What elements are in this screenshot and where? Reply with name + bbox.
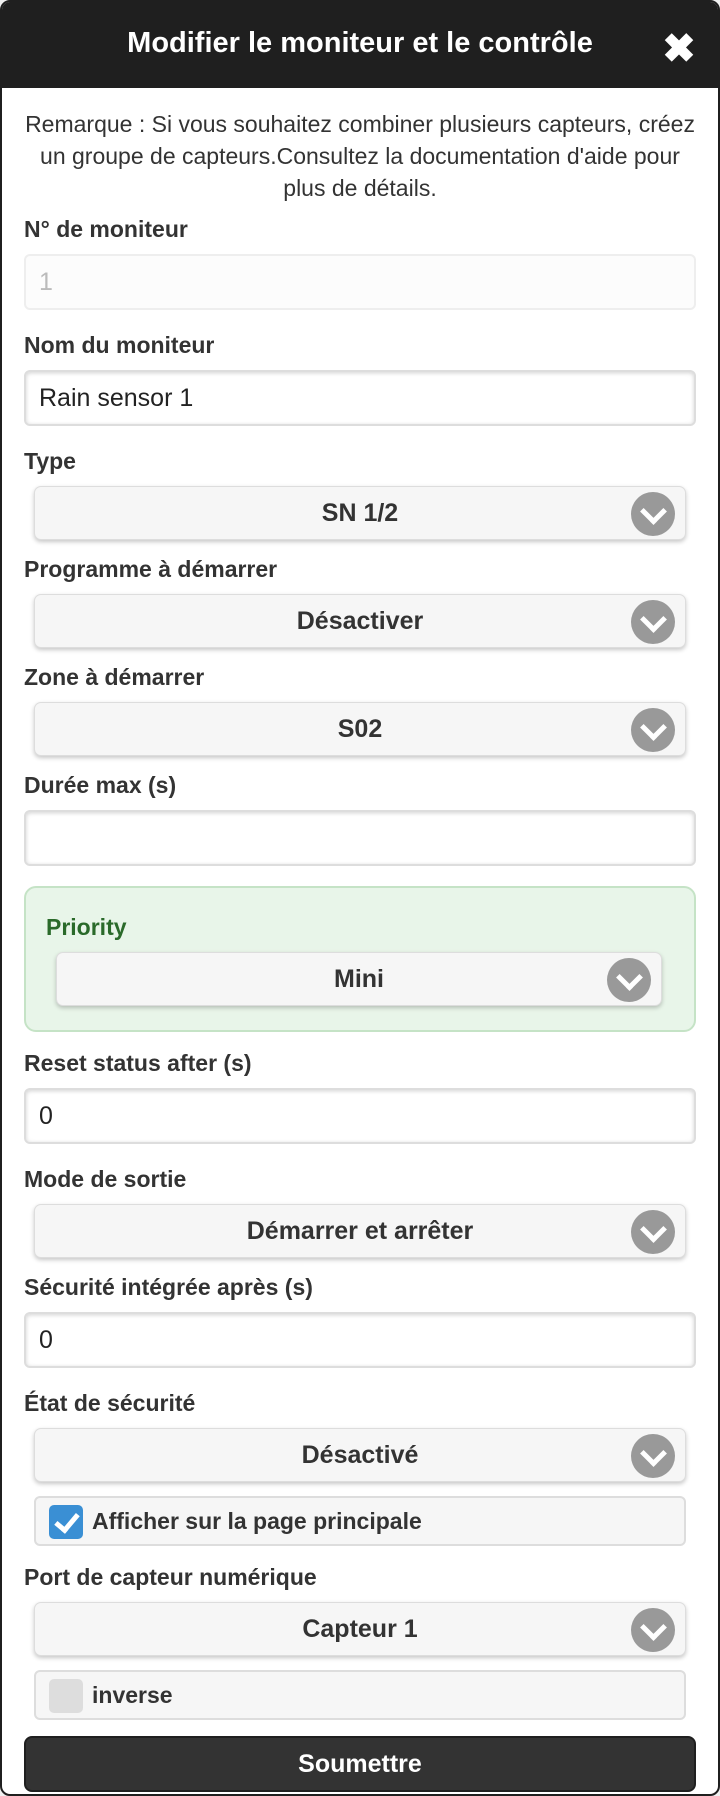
output-mode-label: Mode de sortie [24,1166,187,1192]
chevron-down-icon [631,1608,675,1652]
checkbox-checked-icon[interactable] [49,1505,83,1539]
chevron-down-icon [607,958,651,1002]
max-duration-input[interactable] [24,810,696,866]
monitor-name-input[interactable]: Rain sensor 1 [24,370,696,426]
monitor-number-input: 1 [24,254,696,310]
type-label: Type [24,448,76,474]
inverse-checkbox-row[interactable]: inverse [34,1670,686,1720]
priority-select[interactable]: Mini [56,952,662,1006]
show-main-checkbox-row[interactable]: Afficher sur la page principale [34,1496,686,1546]
type-select-value: SN 1/2 [321,499,399,527]
dialog-content: Remarque : Si vous souhaitez combiner pl… [2,88,718,1792]
safety-state-select[interactable]: Désactivé [34,1428,686,1482]
chevron-down-icon [631,492,675,536]
failsafe-after-input[interactable]: 0 [24,1312,696,1368]
checkbox-unchecked-icon[interactable] [49,1679,83,1713]
edit-monitor-dialog: Modifier le moniteur et le contrôle ✖ Re… [0,0,720,1796]
output-mode-select-value: Démarrer et arrêter [246,1217,474,1245]
monitor-name-label: Nom du moniteur [24,332,215,358]
chevron-down-icon [631,600,675,644]
safety-state-select-value: Désactivé [301,1441,419,1469]
zone-select-value: S02 [337,715,383,743]
reset-status-input[interactable]: 0 [24,1088,696,1144]
monitor-number-label: N° de moniteur [24,216,188,242]
priority-panel: Priority Mini [24,886,696,1032]
zone-select[interactable]: S02 [34,702,686,756]
chevron-down-icon [631,708,675,752]
zone-label: Zone à démarrer [24,664,205,690]
digital-port-label: Port de capteur numérique [24,1564,317,1590]
digital-port-select-value: Capteur 1 [302,1615,418,1643]
max-duration-label: Durée max (s) [24,772,177,798]
priority-label: Priority [46,914,127,940]
help-note: Remarque : Si vous souhaitez combiner pl… [25,111,695,201]
inverse-label: inverse [92,1682,173,1708]
dialog-header: Modifier le moniteur et le contrôle ✖ [2,2,718,88]
reset-status-label: Reset status after (s) [24,1050,252,1076]
program-select-value: Désactiver [296,607,424,635]
dialog-title: Modifier le moniteur et le contrôle [127,26,593,59]
failsafe-after-label: Sécurité intégrée après (s) [24,1274,313,1300]
safety-state-label: État de sécurité [24,1390,196,1416]
chevron-down-icon [631,1434,675,1478]
output-mode-select[interactable]: Démarrer et arrêter [34,1204,686,1258]
type-select[interactable]: SN 1/2 [34,486,686,540]
program-label: Programme à démarrer [24,556,278,582]
digital-port-select[interactable]: Capteur 1 [34,1602,686,1656]
submit-button[interactable]: Soumettre [24,1736,696,1792]
chevron-down-icon [631,1210,675,1254]
show-main-label: Afficher sur la page principale [92,1508,422,1534]
close-icon[interactable]: ✖ [662,29,696,69]
priority-select-value: Mini [334,965,384,993]
program-select[interactable]: Désactiver [34,594,686,648]
